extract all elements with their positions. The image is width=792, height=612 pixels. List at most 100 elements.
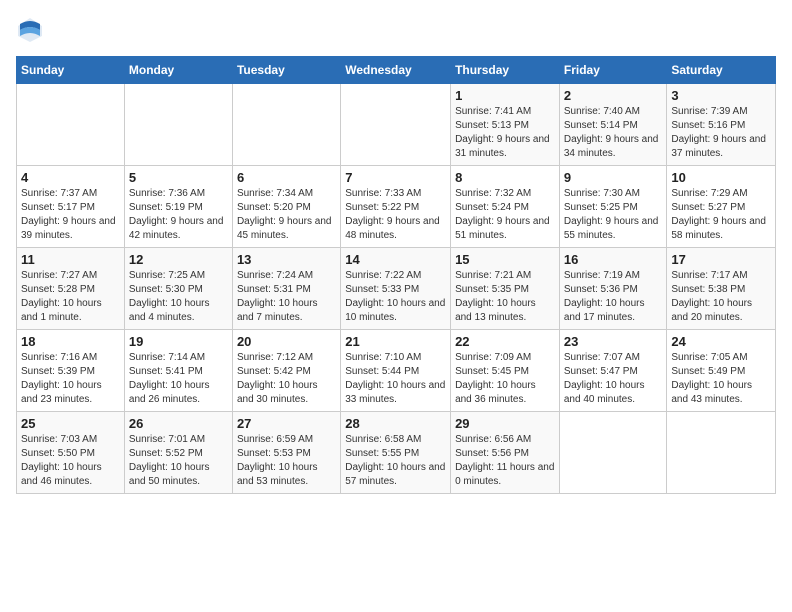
calendar-cell — [341, 84, 451, 166]
calendar-cell: 13 Sunrise: 7:24 AM Sunset: 5:31 PM Dayli… — [232, 248, 340, 330]
day-number: 4 — [21, 170, 120, 185]
day-number: 29 — [455, 416, 555, 431]
calendar-cell: 25 Sunrise: 7:03 AM Sunset: 5:50 PM Dayli… — [17, 412, 125, 494]
calendar-cell: 27Sunrise: 6:59 AM Sunset: 5:53 PM Dayli… — [232, 412, 340, 494]
day-number: 21 — [345, 334, 446, 349]
calendar-cell: 23Sunrise: 7:07 AM Sunset: 5:47 PM Dayli… — [559, 330, 667, 412]
day-number: 3 — [671, 88, 771, 103]
day-number: 26 — [129, 416, 228, 431]
day-info: Sunrise: 7:34 AM Sunset: 5:20 PM Dayligh… — [237, 187, 336, 243]
column-header-saturday: Saturday — [667, 57, 776, 84]
day-number: 15 — [455, 252, 555, 267]
day-info: Sunrise: 7:33 AM Sunset: 5:22 PM Dayligh… — [345, 187, 446, 243]
calendar-cell — [124, 84, 232, 166]
calendar-cell: 4 Sunrise: 7:37 AM Sunset: 5:17 PM Daylig… — [17, 166, 125, 248]
calendar-cell: 2 Sunrise: 7:40 AM Sunset: 5:14 PM Daylig… — [559, 84, 667, 166]
calendar-cell: 18 Sunrise: 7:16 AM Sunset: 5:39 PM Dayli… — [17, 330, 125, 412]
calendar-cell: 5 Sunrise: 7:36 AM Sunset: 5:19 PM Daylig… — [124, 166, 232, 248]
logo — [16, 16, 48, 44]
day-number: 18 — [21, 334, 120, 349]
day-number: 20 — [237, 334, 336, 349]
calendar-cell: 26 Sunrise: 7:01 AM Sunset: 5:52 PM Dayli… — [124, 412, 232, 494]
calendar-cell: 28 Sunrise: 6:58 AM Sunset: 5:55 PM Dayli… — [341, 412, 451, 494]
calendar-cell: 14 Sunrise: 7:22 AM Sunset: 5:33 PM Dayli… — [341, 248, 451, 330]
calendar-week-3: 11 Sunrise: 7:27 AM Sunset: 5:28 PM Dayli… — [17, 248, 776, 330]
calendar-cell: 20 Sunrise: 7:12 AM Sunset: 5:42 PM Dayli… — [232, 330, 340, 412]
day-number: 9 — [564, 170, 663, 185]
day-info: Sunrise: 7:17 AM Sunset: 5:38 PM Dayligh… — [671, 269, 771, 325]
day-number: 16 — [564, 252, 663, 267]
day-info: Sunrise: 7:19 AM Sunset: 5:36 PM Dayligh… — [564, 269, 663, 325]
day-info: Sunrise: 7:32 AM Sunset: 5:24 PM Dayligh… — [455, 187, 555, 243]
day-info: Sunrise: 7:09 AM Sunset: 5:45 PM Dayligh… — [455, 351, 555, 407]
column-header-wednesday: Wednesday — [341, 57, 451, 84]
column-header-tuesday: Tuesday — [232, 57, 340, 84]
day-info: Sunrise: 7:30 AM Sunset: 5:25 PM Dayligh… — [564, 187, 663, 243]
calendar-cell: 7 Sunrise: 7:33 AM Sunset: 5:22 PM Daylig… — [341, 166, 451, 248]
day-info: Sunrise: 7:07 AM Sunset: 5:47 PM Dayligh… — [564, 351, 663, 407]
day-number: 19 — [129, 334, 228, 349]
column-header-sunday: Sunday — [17, 57, 125, 84]
day-info: Sunrise: 7:36 AM Sunset: 5:19 PM Dayligh… — [129, 187, 228, 243]
day-info: Sunrise: 6:56 AM Sunset: 5:56 PM Dayligh… — [455, 433, 555, 489]
day-number: 17 — [671, 252, 771, 267]
calendar-cell: 21 Sunrise: 7:10 AM Sunset: 5:44 PM Dayli… — [341, 330, 451, 412]
day-number: 1 — [455, 88, 555, 103]
calendar-week-5: 25 Sunrise: 7:03 AM Sunset: 5:50 PM Dayli… — [17, 412, 776, 494]
day-info: Sunrise: 7:40 AM Sunset: 5:14 PM Dayligh… — [564, 105, 663, 161]
day-number: 24 — [671, 334, 771, 349]
day-number: 14 — [345, 252, 446, 267]
day-number: 12 — [129, 252, 228, 267]
day-info: Sunrise: 7:37 AM Sunset: 5:17 PM Dayligh… — [21, 187, 120, 243]
day-info: Sunrise: 7:21 AM Sunset: 5:35 PM Dayligh… — [455, 269, 555, 325]
day-info: Sunrise: 6:58 AM Sunset: 5:55 PM Dayligh… — [345, 433, 446, 489]
calendar-cell: 22 Sunrise: 7:09 AM Sunset: 5:45 PM Dayli… — [451, 330, 560, 412]
calendar-cell: 1Sunrise: 7:41 AM Sunset: 5:13 PM Daylig… — [451, 84, 560, 166]
day-info: Sunrise: 7:14 AM Sunset: 5:41 PM Dayligh… — [129, 351, 228, 407]
calendar-cell — [17, 84, 125, 166]
calendar-cell — [667, 412, 776, 494]
column-header-friday: Friday — [559, 57, 667, 84]
day-info: Sunrise: 7:39 AM Sunset: 5:16 PM Dayligh… — [671, 105, 771, 161]
day-number: 25 — [21, 416, 120, 431]
day-number: 27 — [237, 416, 336, 431]
calendar-cell: 19 Sunrise: 7:14 AM Sunset: 5:41 PM Dayli… — [124, 330, 232, 412]
calendar-cell — [232, 84, 340, 166]
day-info: Sunrise: 7:03 AM Sunset: 5:50 PM Dayligh… — [21, 433, 120, 489]
day-number: 2 — [564, 88, 663, 103]
calendar-cell: 10 Sunrise: 7:29 AM Sunset: 5:27 PM Dayli… — [667, 166, 776, 248]
day-number: 28 — [345, 416, 446, 431]
calendar-cell: 15 Sunrise: 7:21 AM Sunset: 5:35 PM Dayli… — [451, 248, 560, 330]
calendar-cell: 6 Sunrise: 7:34 AM Sunset: 5:20 PM Daylig… — [232, 166, 340, 248]
day-info: Sunrise: 7:01 AM Sunset: 5:52 PM Dayligh… — [129, 433, 228, 489]
calendar-cell: 24Sunrise: 7:05 AM Sunset: 5:49 PM Dayli… — [667, 330, 776, 412]
calendar-cell: 9 Sunrise: 7:30 AM Sunset: 5:25 PM Daylig… — [559, 166, 667, 248]
day-number: 22 — [455, 334, 555, 349]
day-info: Sunrise: 7:27 AM Sunset: 5:28 PM Dayligh… — [21, 269, 120, 325]
header-row: SundayMondayTuesdayWednesdayThursdayFrid… — [17, 57, 776, 84]
day-number: 5 — [129, 170, 228, 185]
calendar-cell: 3 Sunrise: 7:39 AM Sunset: 5:16 PM Daylig… — [667, 84, 776, 166]
calendar-week-1: 1Sunrise: 7:41 AM Sunset: 5:13 PM Daylig… — [17, 84, 776, 166]
calendar-cell: 11 Sunrise: 7:27 AM Sunset: 5:28 PM Dayli… — [17, 248, 125, 330]
day-info: Sunrise: 7:24 AM Sunset: 5:31 PM Dayligh… — [237, 269, 336, 325]
day-info: Sunrise: 7:29 AM Sunset: 5:27 PM Dayligh… — [671, 187, 771, 243]
day-info: Sunrise: 7:10 AM Sunset: 5:44 PM Dayligh… — [345, 351, 446, 407]
day-number: 7 — [345, 170, 446, 185]
calendar-week-2: 4 Sunrise: 7:37 AM Sunset: 5:17 PM Daylig… — [17, 166, 776, 248]
column-header-monday: Monday — [124, 57, 232, 84]
column-header-thursday: Thursday — [451, 57, 560, 84]
day-info: Sunrise: 7:22 AM Sunset: 5:33 PM Dayligh… — [345, 269, 446, 325]
logo-icon — [16, 16, 44, 44]
day-number: 6 — [237, 170, 336, 185]
day-number: 11 — [21, 252, 120, 267]
day-info: Sunrise: 7:16 AM Sunset: 5:39 PM Dayligh… — [21, 351, 120, 407]
day-number: 13 — [237, 252, 336, 267]
calendar-cell: 12Sunrise: 7:25 AM Sunset: 5:30 PM Dayli… — [124, 248, 232, 330]
calendar-cell: 29 Sunrise: 6:56 AM Sunset: 5:56 PM Dayli… — [451, 412, 560, 494]
calendar-cell: 8Sunrise: 7:32 AM Sunset: 5:24 PM Daylig… — [451, 166, 560, 248]
page-header — [16, 16, 776, 44]
calendar-cell — [559, 412, 667, 494]
day-info: Sunrise: 7:12 AM Sunset: 5:42 PM Dayligh… — [237, 351, 336, 407]
day-number: 10 — [671, 170, 771, 185]
